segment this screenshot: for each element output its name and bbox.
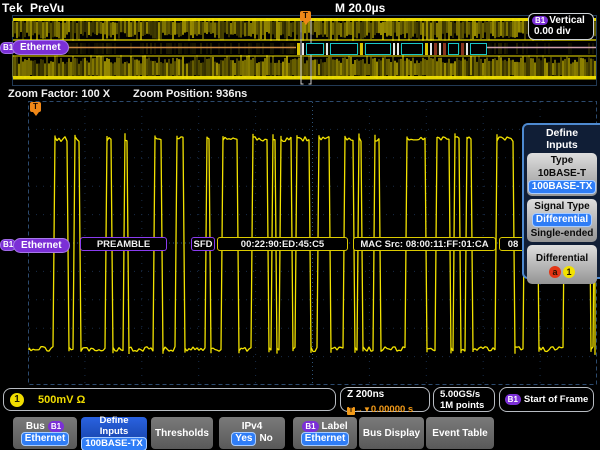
- menu-label-title: Label: [322, 421, 348, 432]
- menu-define-line2: Inputs: [100, 426, 129, 437]
- panel-title-line1: Define: [524, 127, 600, 139]
- menu-label-button[interactable]: B1 Label Ethernet: [293, 417, 357, 449]
- oscilloscope-screen: Tek PreVu M 20.0µs B1 Ethernet T B1Verti…: [0, 0, 600, 450]
- option-single-ended[interactable]: Single-ended: [527, 227, 597, 240]
- menu-bus-button[interactable]: BusB1 Ethernet: [13, 417, 77, 449]
- menu-bus-title: Bus: [26, 421, 45, 432]
- decode-field-sfd: SFD: [191, 237, 215, 251]
- bus-trigger-event: Start of Frame: [524, 394, 588, 405]
- option-10base-t[interactable]: 10BASE-T: [527, 167, 597, 180]
- trigger-delay-icon: T: [347, 407, 355, 415]
- type-label: Type: [527, 154, 597, 167]
- b1-badge-icon: B1: [302, 421, 318, 432]
- decode-field-preamble: PREAMBLE: [80, 237, 167, 251]
- menu-label-value: Ethernet: [301, 432, 350, 446]
- menu-bus-display-button[interactable]: Bus Display: [359, 417, 424, 449]
- menu-ipv4-button[interactable]: IPv4 YesNo: [219, 417, 285, 449]
- trigger-position-icon[interactable]: T: [300, 11, 311, 21]
- decode-field-mac-src: MAC Src: 08:00:11:FF:01:CA: [353, 237, 496, 251]
- menu-thresholds-label: Thresholds: [155, 428, 209, 439]
- option-100base-tx[interactable]: 100BASE-TX: [528, 180, 597, 194]
- menu-ipv4-title: IPv4: [242, 421, 263, 432]
- bus-trigger-box: B1 Start of Frame: [499, 387, 594, 412]
- trigger-delay-arrow-icon: →▼: [355, 405, 371, 414]
- decode-bus-label[interactable]: Ethernet: [13, 238, 70, 253]
- menu-ipv4-yes[interactable]: Yes: [231, 432, 256, 446]
- menu-event-table-button[interactable]: Event Table: [426, 417, 494, 449]
- option-differential[interactable]: Differential: [532, 213, 592, 227]
- signal-type-label: Signal Type: [527, 200, 597, 213]
- differential-source-section[interactable]: Differential a1: [527, 245, 597, 284]
- b1-badge-icon: B1: [505, 394, 521, 405]
- decode-field-mac-dest: 00:22:90:ED:45:C5: [217, 237, 348, 251]
- vertical-badge-value: 0.00 div: [532, 26, 593, 37]
- menu-thresholds-button[interactable]: Thresholds: [151, 417, 213, 449]
- differential-label: Differential: [527, 252, 597, 265]
- menu-event-table-label: Event Table: [432, 428, 487, 439]
- channel-a-badge-icon: a: [549, 266, 561, 278]
- menu-ipv4-no[interactable]: No: [259, 433, 272, 444]
- sample-rate-readout: 5.00GS/s: [440, 389, 494, 400]
- trigger-level-icon[interactable]: T: [30, 102, 41, 112]
- channel1-scale-readout: 500mV Ω: [38, 394, 85, 406]
- record-length-readout: 1M points: [440, 400, 494, 411]
- zoom-scale-box: Z 200ns T→▼0.00000 s: [340, 387, 430, 412]
- type-section[interactable]: Type 10BASE-T 100BASE-TX: [527, 153, 597, 196]
- panel-title-line2: Inputs: [524, 139, 600, 151]
- menu-bus-display-label: Bus Display: [363, 428, 420, 439]
- menu-bus-value: Ethernet: [21, 432, 70, 446]
- overview-bus-label[interactable]: Ethernet: [12, 40, 69, 55]
- b1-badge-icon: B1: [48, 421, 64, 432]
- acquisition-box: 5.00GS/s 1M points: [433, 387, 495, 412]
- channel-1-badge-icon: 1: [563, 266, 575, 278]
- menu-define-inputs-button[interactable]: Define Inputs 100BASE-TX: [81, 417, 147, 449]
- trigger-delay-value: 0.00000 s: [371, 404, 413, 415]
- menu-define-line1: Define: [99, 415, 128, 426]
- vertical-badge-label: Vertical: [549, 15, 585, 26]
- signal-type-section[interactable]: Signal Type Differential Single-ended: [527, 199, 597, 242]
- menu-define-value: 100BASE-TX: [81, 437, 147, 450]
- waveform-canvas: [0, 0, 600, 450]
- vertical-badge: B1Vertical 0.00 div: [528, 13, 594, 40]
- overview-decoded-packets: [296, 42, 488, 55]
- channel1-readout-box: 1 500mV Ω: [3, 388, 336, 411]
- channel1-badge-icon: 1: [10, 393, 24, 407]
- b1-badge-icon: B1: [532, 16, 548, 25]
- define-inputs-panel: Define Inputs Type 10BASE-T 100BASE-TX S…: [522, 123, 600, 279]
